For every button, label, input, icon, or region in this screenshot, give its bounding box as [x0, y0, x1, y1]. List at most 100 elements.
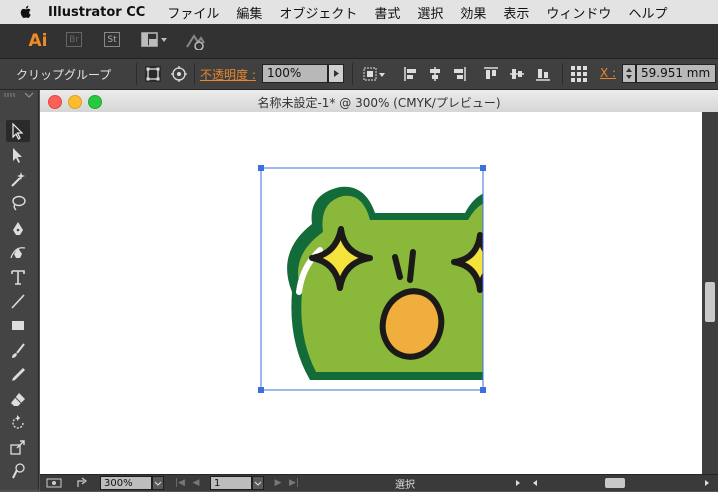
- paintbrush-tool[interactable]: [6, 340, 30, 362]
- zoom-dropdown[interactable]: [152, 476, 164, 490]
- chevron-right-icon: [334, 70, 339, 77]
- menu-file[interactable]: ファイル: [167, 3, 219, 22]
- line-tool-icon: [11, 294, 25, 309]
- curvature-tool[interactable]: [6, 242, 30, 264]
- rectangle-tool-icon: [12, 321, 24, 330]
- next-artboard-icon[interactable]: ▶: [272, 477, 284, 489]
- eraser-tool-icon: [11, 393, 25, 406]
- document-window: 名称未設定-1* @ 300% (CMYK/プレビュー) 300% |◀ ◀ 1…: [40, 90, 718, 491]
- document-titlebar: 名称未設定-1* @ 300% (CMYK/プレビュー): [40, 90, 718, 113]
- stock-button[interactable]: St: [104, 32, 120, 47]
- type-tool[interactable]: [6, 266, 30, 288]
- magic-wand-tool[interactable]: [6, 168, 30, 190]
- menu-effect[interactable]: 効果: [460, 3, 486, 22]
- selection-type-label: クリップグループ: [16, 68, 112, 82]
- chevron-down-icon: [154, 481, 162, 486]
- artboard-canvas[interactable]: [40, 112, 702, 474]
- scroll-right-icon[interactable]: [702, 477, 712, 489]
- line-tool[interactable]: [6, 290, 30, 312]
- stepper-arrows-icon: [626, 68, 632, 79]
- x-stepper[interactable]: [622, 64, 636, 83]
- menu-type[interactable]: 書式: [374, 3, 400, 22]
- warp-tool[interactable]: [6, 460, 30, 482]
- tools-panel: [0, 90, 39, 490]
- align-left-icon[interactable]: [402, 65, 420, 83]
- application-bar: Ai Br St: [0, 24, 718, 59]
- rectangle-tool[interactable]: [6, 314, 30, 336]
- paintbrush-tool-icon: [12, 343, 25, 358]
- align-top-icon[interactable]: [482, 65, 500, 83]
- pen-tool[interactable]: [6, 218, 30, 240]
- gpu-performance-icon[interactable]: [184, 32, 206, 50]
- apple-icon[interactable]: [18, 4, 34, 20]
- align-horizontal-center-icon[interactable]: [426, 65, 444, 83]
- mac-menubar: Illustrator CC ファイル 編集 オブジェクト 書式 選択 効果 表…: [0, 0, 718, 24]
- menu-object[interactable]: オブジェクト: [279, 3, 357, 22]
- menu-select[interactable]: 選択: [417, 3, 443, 22]
- artboard-dropdown[interactable]: [252, 476, 264, 490]
- divider: [136, 63, 137, 85]
- x-position-field[interactable]: 59.951 mm: [636, 64, 716, 83]
- direct-selection-tool[interactable]: [6, 144, 30, 166]
- artboard-number-field[interactable]: 1: [210, 476, 252, 490]
- pen-tool-icon: [13, 222, 23, 235]
- warp-tool-icon: [12, 463, 25, 479]
- x-position-label: X :: [600, 66, 617, 80]
- bridge-button[interactable]: Br: [66, 32, 82, 47]
- curvature-tool-icon: [10, 247, 26, 259]
- edit-contents-icon[interactable]: [170, 65, 188, 83]
- menu-view[interactable]: 表示: [503, 3, 529, 22]
- type-tool-icon: [11, 270, 25, 285]
- divider: [562, 63, 563, 85]
- align-vertical-center-icon[interactable]: [508, 65, 526, 83]
- scale-tool[interactable]: [6, 436, 30, 458]
- frog-illustration[interactable]: [287, 186, 558, 380]
- gpu-preview-icon[interactable]: [46, 477, 62, 489]
- selection-tool-icon: [12, 122, 24, 140]
- opacity-field[interactable]: 100%: [262, 64, 328, 83]
- vertical-scrollbar[interactable]: [702, 112, 718, 474]
- status-menu-arrow-icon[interactable]: [513, 477, 523, 489]
- document-status-bar: 300% |◀ ◀ 1 ▶ ▶| 選択: [40, 474, 718, 491]
- align-right-icon[interactable]: [450, 65, 468, 83]
- magic-wand-tool-icon: [11, 172, 25, 187]
- last-artboard-icon[interactable]: ▶|: [288, 477, 300, 489]
- collapse-panel-icon[interactable]: [24, 92, 34, 98]
- artwork[interactable]: [40, 112, 702, 474]
- arrange-documents-icon[interactable]: [141, 32, 169, 48]
- pencil-tool[interactable]: [6, 364, 30, 386]
- document-title: 名称未設定-1* @ 300% (CMYK/プレビュー): [257, 96, 501, 110]
- share-icon[interactable]: [76, 477, 90, 489]
- eraser-tool[interactable]: [6, 388, 30, 410]
- first-artboard-icon[interactable]: |◀: [174, 477, 186, 489]
- divider: [352, 63, 353, 85]
- vertical-scroll-thumb[interactable]: [705, 282, 715, 322]
- zoom-level-field[interactable]: 300%: [100, 476, 152, 490]
- panel-grip-icon[interactable]: [4, 92, 18, 98]
- status-text[interactable]: 選択: [395, 476, 415, 491]
- menu-help[interactable]: ヘルプ: [628, 3, 667, 22]
- edit-clipping-path-icon[interactable]: [144, 65, 162, 83]
- lasso-tool[interactable]: [6, 192, 30, 214]
- previous-artboard-icon[interactable]: ◀: [190, 477, 202, 489]
- menu-edit[interactable]: 編集: [236, 3, 262, 22]
- opacity-label[interactable]: 不透明度 :: [200, 66, 256, 83]
- divider: [194, 63, 195, 85]
- pencil-tool-icon: [12, 368, 25, 381]
- app-menu[interactable]: Illustrator CC: [48, 5, 145, 20]
- menu-window[interactable]: ウィンドウ: [546, 3, 611, 22]
- control-bar: クリップグループ 不透明度 : 100% X: 59.951 mm: [0, 59, 718, 90]
- reference-point-icon[interactable]: [570, 65, 588, 83]
- align-to-selection-icon[interactable]: [362, 65, 388, 83]
- align-bottom-icon[interactable]: [534, 65, 552, 83]
- horizontal-scroll-thumb[interactable]: [605, 478, 625, 488]
- rotate-tool[interactable]: [6, 412, 30, 434]
- rotate-tool-icon: [12, 415, 24, 429]
- selection-tool[interactable]: [6, 120, 30, 142]
- opacity-dropdown-button[interactable]: [328, 64, 344, 83]
- lasso-tool-icon: [12, 195, 26, 211]
- scroll-left-icon[interactable]: [530, 477, 540, 489]
- scale-tool-icon: [10, 440, 25, 455]
- illustrator-logo: Ai: [28, 31, 48, 51]
- direct-selection-tool-icon: [13, 148, 22, 163]
